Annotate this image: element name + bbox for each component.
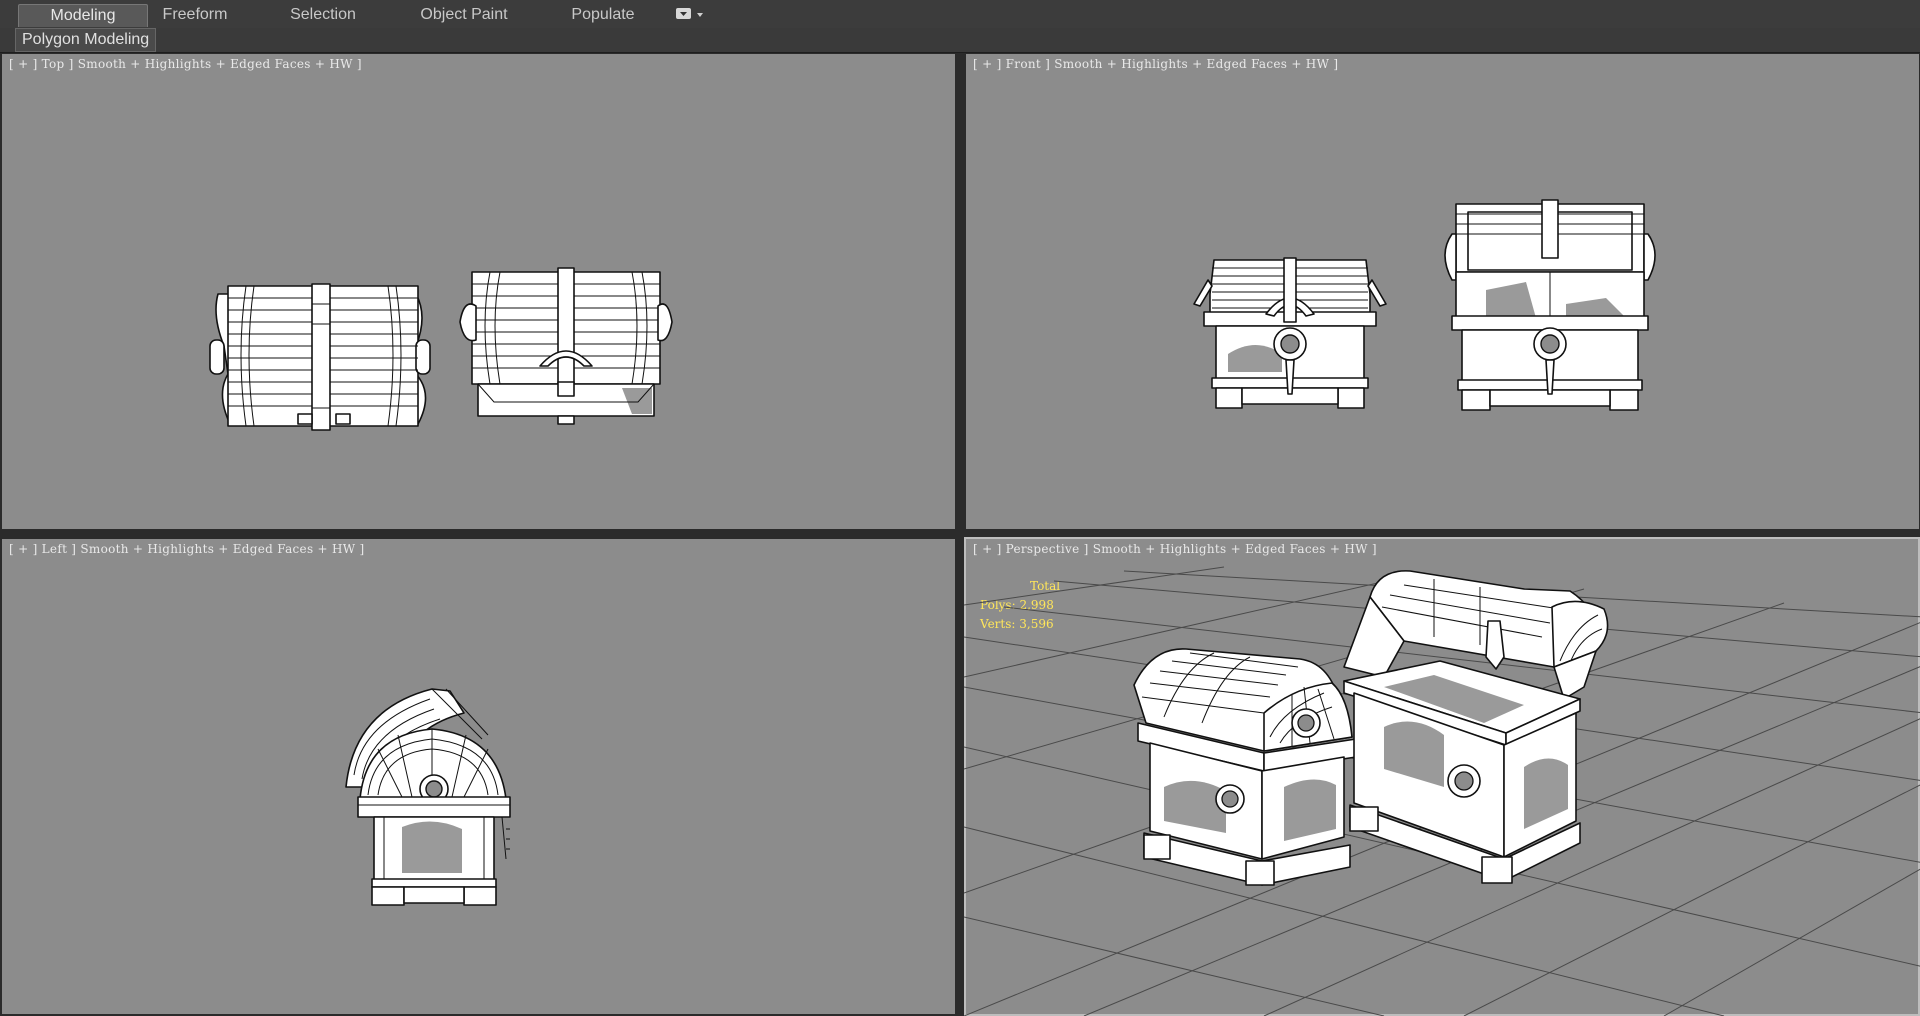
ribbon-options-dropdown-icon[interactable] bbox=[676, 6, 712, 22]
chest-open-top-view bbox=[459, 267, 673, 425]
chest-closed-front-view bbox=[1193, 257, 1387, 409]
viewport-perspective-scene bbox=[964, 566, 1920, 1016]
chest-open-perspective bbox=[1343, 570, 1609, 884]
ribbon: Modeling Freeform Selection Object Paint… bbox=[0, 0, 1920, 29]
chest-closed-top-view bbox=[209, 283, 431, 431]
chest-open-front-view bbox=[1444, 199, 1656, 411]
tab-freeform[interactable]: Freeform bbox=[150, 4, 240, 26]
tab-modeling[interactable]: Modeling bbox=[18, 4, 148, 27]
tab-selection[interactable]: Selection bbox=[276, 4, 370, 26]
chest-left-view bbox=[345, 688, 511, 906]
viewport-left-scene bbox=[345, 688, 511, 906]
viewport-perspective[interactable]: [ + ] Perspective ] Smooth + Highlights … bbox=[964, 537, 1920, 1016]
viewport-top-scene bbox=[209, 267, 673, 431]
panel-bar: Polygon Modeling bbox=[0, 28, 1920, 53]
chest-closed-perspective bbox=[1133, 648, 1357, 886]
viewport-front-scene bbox=[1193, 199, 1656, 411]
viewport-top[interactable]: [ + ] Top ] Smooth + Highlights + Edged … bbox=[2, 54, 955, 529]
polygon-modeling-panel-button[interactable]: Polygon Modeling bbox=[15, 28, 157, 52]
tab-object-paint[interactable]: Object Paint bbox=[410, 4, 518, 26]
viewport-front[interactable]: [ + ] Front ] Smooth + Highlights + Edge… bbox=[966, 54, 1919, 529]
tab-populate[interactable]: Populate bbox=[560, 4, 646, 26]
viewport-left[interactable]: [ + ] Left ] Smooth + Highlights + Edged… bbox=[2, 539, 955, 1014]
